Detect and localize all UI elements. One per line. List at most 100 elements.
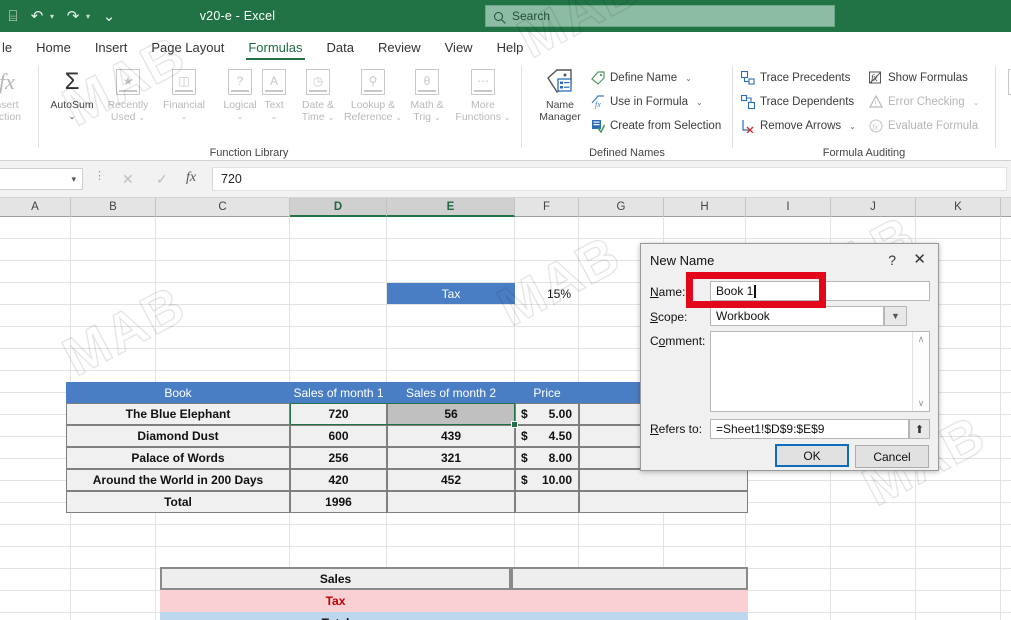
tab-formulas[interactable]: Formulas: [236, 40, 314, 60]
table-cell-m1-4[interactable]: 420: [290, 469, 387, 491]
ribbon-group-function-library: Function Library: [0, 60, 520, 161]
table-cell-price-1[interactable]: $ 5.00: [515, 403, 579, 425]
table-header-sales-month-1[interactable]: Sales of month 1: [290, 382, 387, 403]
confirm-icon[interactable]: ✓: [156, 171, 168, 188]
watch-window-label-1: W: [1000, 100, 1011, 112]
watch-window-button[interactable]: W W: [1000, 64, 1011, 123]
table-cell-m1-2[interactable]: 600: [290, 425, 387, 447]
table-cell-total-label[interactable]: Total: [66, 491, 290, 513]
table-cell-total-m1[interactable]: 1996: [290, 491, 387, 513]
table-cell-total-m2[interactable]: [387, 491, 515, 513]
column-header-j[interactable]: J: [831, 198, 916, 217]
quick-access-toolbar[interactable]: ⌸ ↶ ▾ ↷ ▾ ⌄: [0, 4, 120, 28]
ribbon-tabs: le Home Insert Page Layout Formulas Data…: [0, 32, 1011, 60]
insert-function-icon[interactable]: fx: [186, 170, 196, 186]
name-input[interactable]: Book 1: [710, 281, 930, 301]
redo-dropdown-icon[interactable]: ▾: [86, 12, 96, 21]
column-header-c[interactable]: C: [156, 198, 290, 217]
table-cell-price-2[interactable]: $ 4.50: [515, 425, 579, 447]
cancel-icon[interactable]: ✕: [122, 171, 134, 188]
tab-page-layout[interactable]: Page Layout: [139, 40, 236, 60]
name-input-value: Book 1: [716, 284, 754, 298]
tab-view[interactable]: View: [433, 40, 485, 60]
table-cell-price-4[interactable]: $ 10.00: [515, 469, 579, 491]
price-amount-4: 10.00: [541, 473, 572, 487]
search-input[interactable]: Search: [485, 5, 835, 27]
table-cell-book-3[interactable]: Palace of Words: [66, 447, 290, 469]
tab-review[interactable]: Review: [366, 40, 433, 60]
column-header-g[interactable]: G: [579, 198, 664, 217]
ribbon-group-defined-names: Defined Names: [522, 60, 732, 161]
title-bar: ⌸ ↶ ▾ ↷ ▾ ⌄ v20-e - Excel Search: [0, 0, 1011, 32]
summary-tax-cell[interactable]: Tax: [160, 590, 748, 612]
range-picker-icon[interactable]: ⬆: [909, 419, 930, 439]
table-cell-m2-4[interactable]: 452: [387, 469, 515, 491]
cancel-button[interactable]: Cancel: [855, 445, 929, 468]
price-amount-2: 4.50: [548, 429, 572, 443]
ok-button[interactable]: OK: [775, 444, 849, 467]
help-icon[interactable]: ?: [888, 252, 896, 268]
customize-qat-icon[interactable]: ⌄: [98, 4, 120, 28]
undo-icon[interactable]: ↶: [26, 4, 48, 28]
name-label: Name:: [650, 285, 686, 299]
column-header-f[interactable]: F: [515, 198, 579, 217]
formula-input[interactable]: 720: [212, 167, 1007, 191]
scroll-down-icon[interactable]: ∨: [918, 398, 925, 409]
close-icon[interactable]: ✕: [913, 250, 926, 268]
tax-rate-label-cell[interactable]: Tax: [387, 283, 515, 304]
tab-help[interactable]: Help: [485, 40, 536, 60]
watch-window-label-2: W: [1000, 112, 1011, 124]
price-symbol-4: $: [521, 473, 528, 487]
summary-sales-cell[interactable]: Sales: [160, 567, 511, 590]
table-cell-m1-3[interactable]: 256: [290, 447, 387, 469]
price-symbol-1: $: [521, 407, 528, 421]
column-header-b[interactable]: B: [71, 198, 156, 217]
name-box[interactable]: ▾: [0, 168, 83, 190]
scroll-up-icon[interactable]: ∧: [918, 334, 925, 345]
table-cell-m2-2[interactable]: 439: [387, 425, 515, 447]
table-cell-total-4[interactable]: [579, 469, 748, 491]
table-header-book[interactable]: Book: [66, 382, 290, 403]
column-header-i[interactable]: I: [746, 198, 831, 217]
redo-icon[interactable]: ↷: [62, 4, 84, 28]
column-header-d[interactable]: D: [290, 198, 387, 217]
tab-home[interactable]: Home: [24, 40, 83, 60]
new-name-dialog[interactable]: New Name ? ✕ Name: Book 1 Scope: Workboo…: [640, 243, 939, 471]
price-symbol-2: $: [521, 429, 528, 443]
formula-bar: ▾ ⋮ ✕ ✓ fx 720: [0, 161, 1011, 198]
price-amount-3: 8.00: [548, 451, 572, 465]
table-cell-book-1[interactable]: The Blue Elephant: [66, 403, 290, 425]
scope-chevron-down-icon[interactable]: ▼: [884, 306, 907, 326]
tax-rate-value-cell[interactable]: 15%: [515, 283, 578, 304]
table-cell-total-total[interactable]: [579, 491, 748, 513]
table-cell-book-2[interactable]: Diamond Dust: [66, 425, 290, 447]
scope-select[interactable]: Workbook: [710, 306, 884, 326]
column-header-h[interactable]: H: [664, 198, 746, 217]
table-cell-price-3[interactable]: $ 8.00: [515, 447, 579, 469]
undo-dropdown-icon[interactable]: ▾: [50, 12, 60, 21]
table-header-sales-month-2[interactable]: Sales of month 2: [387, 382, 515, 403]
comment-scrollbar[interactable]: ∧ ∨: [912, 332, 929, 411]
tab-file[interactable]: le: [0, 40, 24, 60]
tab-data[interactable]: Data: [315, 40, 366, 60]
save-icon[interactable]: ⌸: [2, 4, 24, 28]
table-cell-m1-1[interactable]: 720: [290, 403, 387, 425]
ribbon: fx nsert nction Σ AutoSum ⌄ ★ Recently U…: [0, 60, 1011, 161]
table-cell-m2-3[interactable]: 321: [387, 447, 515, 469]
column-header-a[interactable]: A: [0, 198, 71, 217]
column-header-k[interactable]: K: [916, 198, 1001, 217]
scope-label: Scope:: [650, 310, 688, 324]
summary-sales-value-cell[interactable]: [511, 567, 748, 590]
tab-insert[interactable]: Insert: [83, 40, 140, 60]
comment-textarea[interactable]: [710, 331, 930, 412]
table-cell-book-4[interactable]: Around the World in 200 Days: [66, 469, 290, 491]
column-header-e[interactable]: E: [387, 198, 515, 217]
table-header-price[interactable]: Price: [515, 382, 579, 403]
table-cell-total-price[interactable]: [515, 491, 579, 513]
refers-to-value: =Sheet1!$D$9:$E$9: [716, 422, 825, 436]
active-cell-value[interactable]: 56: [387, 403, 515, 425]
summary-tax-label: Tax: [325, 594, 346, 608]
name-box-chevron-down-icon[interactable]: ▾: [71, 174, 76, 185]
summary-total-cell[interactable]: Total: [160, 612, 748, 620]
refers-to-input[interactable]: =Sheet1!$D$9:$E$9: [710, 419, 909, 439]
